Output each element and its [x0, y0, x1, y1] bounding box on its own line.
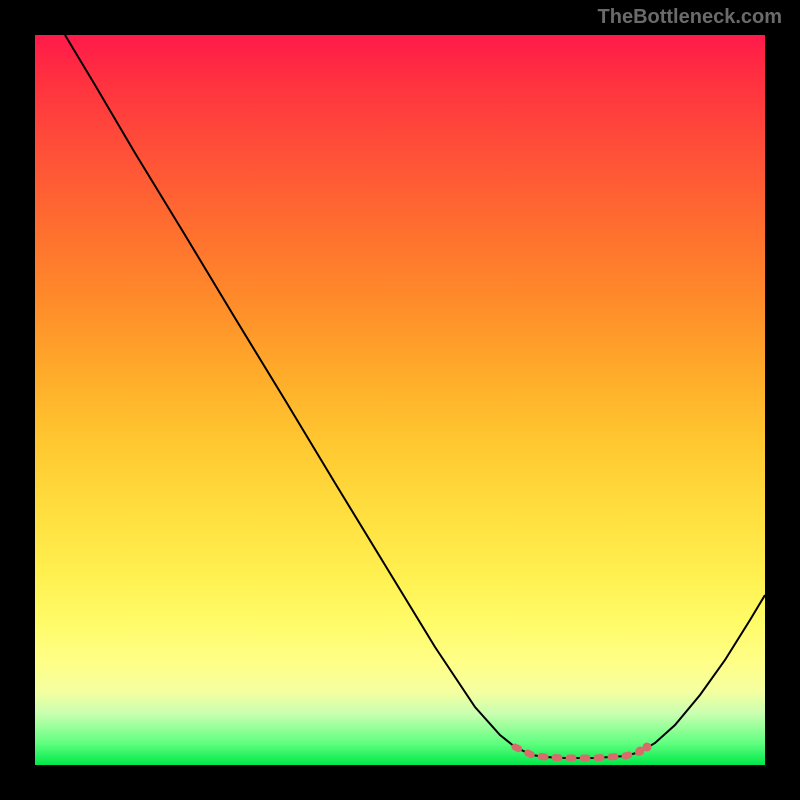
plot-area — [35, 35, 765, 765]
bottleneck-curve — [65, 35, 765, 758]
watermark-text: TheBottleneck.com — [598, 6, 782, 29]
marker-dot — [643, 743, 652, 752]
marker-dots — [636, 743, 652, 756]
chart-svg — [35, 35, 765, 765]
